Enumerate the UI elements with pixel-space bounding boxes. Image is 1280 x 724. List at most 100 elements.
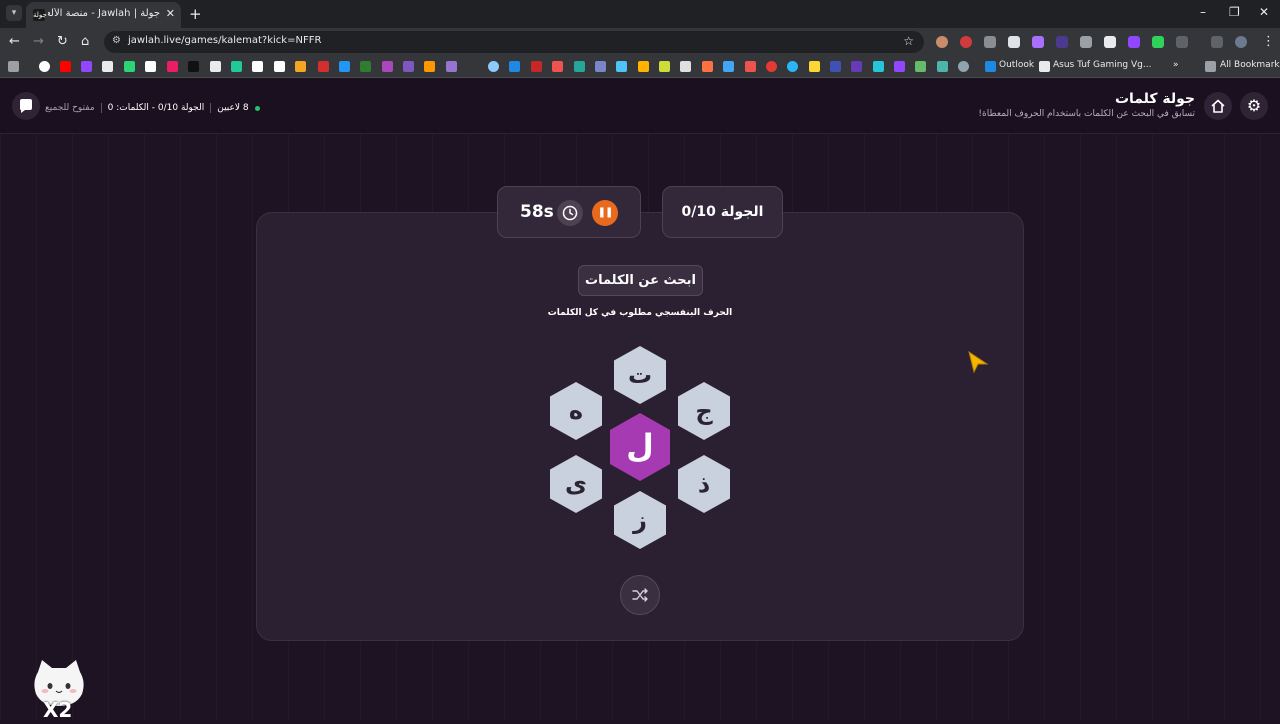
minimize-icon[interactable]: – [1200,5,1206,19]
bookmark-outlook[interactable]: Outlook [999,60,1034,70]
bookmark-icon[interactable] [894,61,905,72]
cursor-arrow-icon [968,350,989,374]
address-bar[interactable]: ⚙ jawlah.live/games/kalemat?kick=NFFR ☆ [104,31,924,53]
room-access: مفتوح للجميع [45,103,95,113]
profile-avatar[interactable] [1235,36,1247,48]
home-icon [1211,99,1225,113]
app-logo[interactable] [12,92,40,120]
tab-close-icon[interactable]: ✕ [166,7,175,20]
players-count: 8 لاعبين [217,103,249,113]
bookmark-icon[interactable] [915,61,926,72]
bookmark-icon[interactable] [318,61,329,72]
page-title: جولة كلمات [1114,91,1195,107]
bookmark-icon[interactable] [680,61,691,72]
bookmark-icon[interactable] [659,61,670,72]
bookmark-icon[interactable] [167,61,178,72]
extension-icon[interactable] [936,36,948,48]
browser-tab[interactable]: جولة جولة | Jawlah - منصة الألعاب الـ...… [26,2,181,28]
bookmark-icon[interactable] [574,61,585,72]
bookmark-icon[interactable] [102,61,113,72]
page-subtitle: تسابق في البحث عن الكلمات باستخدام الحرو… [978,109,1195,119]
pause-button[interactable]: ❚❚ [592,200,618,226]
home-icon[interactable]: ⌂ [81,34,89,49]
restore-icon[interactable]: ❐ [1229,5,1240,19]
bookmark-icon[interactable] [446,61,457,72]
tab-search-icon[interactable]: ▾ [6,5,22,21]
divider [210,103,212,113]
folder-icon[interactable] [1205,61,1216,72]
bookmark-icon[interactable] [702,61,713,72]
bookmark-icon[interactable] [787,61,798,72]
bookmarks-overflow-icon[interactable]: » [1173,60,1179,70]
extension-icon[interactable] [1032,36,1044,48]
chrome-menu-icon[interactable]: ⋮ [1262,34,1275,49]
site-info-icon[interactable]: ⚙ [112,35,121,46]
extension-icon[interactable] [1104,36,1116,48]
close-window-icon[interactable]: ✕ [1259,5,1269,19]
extension-icon[interactable] [1152,36,1164,48]
google-icon[interactable] [39,61,50,72]
apps-grid-icon[interactable] [8,61,19,72]
asus-icon[interactable] [1039,61,1050,72]
timer-pill: 58s ❚❚ [497,186,641,238]
hint-text: الحرف البنفسجي مطلوب في كل الكلمات [547,308,733,318]
bookmark-icon[interactable] [766,61,777,72]
bookmark-icon[interactable] [81,61,92,72]
shuffle-icon [632,588,648,602]
bookmark-icon[interactable] [745,61,756,72]
extension-icon[interactable] [960,36,972,48]
bookmark-icon[interactable] [723,61,734,72]
globe-icon[interactable] [958,61,969,72]
browser-tab-strip: ▾ جولة جولة | Jawlah - منصة الألعاب الـ.… [0,0,1280,28]
bookmark-icon[interactable] [937,61,948,72]
home-button[interactable] [1204,92,1232,120]
bookmark-icon[interactable] [382,61,393,72]
bookmark-icon[interactable] [403,61,414,72]
extension-icon[interactable] [984,36,996,48]
mute-icon[interactable] [1080,36,1092,48]
youtube-icon[interactable] [60,61,71,72]
bookmark-icon[interactable] [638,61,649,72]
bookmark-icon[interactable] [488,61,499,72]
bookmark-icon[interactable] [231,61,242,72]
timer-value: 58s [520,202,554,222]
bookmark-icon[interactable] [851,61,862,72]
bookmark-asus[interactable]: Asus Tuf Gaming Vg... [1053,60,1151,70]
bookmark-icon[interactable] [424,61,435,72]
bookmark-icon[interactable] [531,61,542,72]
twitch-icon[interactable] [1128,36,1140,48]
bookmark-icon[interactable] [873,61,884,72]
bookmark-icon[interactable] [809,61,820,72]
bookmark-icon[interactable] [552,61,563,72]
extensions-puzzle-icon[interactable] [1176,36,1188,48]
bookmark-icon[interactable] [360,61,371,72]
bookmark-icon[interactable] [210,61,221,72]
bookmark-icon[interactable] [295,61,306,72]
back-icon[interactable]: ← [9,34,20,49]
outlook-icon[interactable] [985,61,996,72]
reload-icon[interactable]: ↻ [57,34,68,49]
bookmark-icon[interactable] [830,61,841,72]
bookmark-star-icon[interactable]: ☆ [903,34,914,48]
extension-icon[interactable] [1056,36,1068,48]
bookmark-icon[interactable] [124,61,135,72]
bookmark-icon[interactable] [595,61,606,72]
instruction-chip: ابحث عن الكلمات [578,265,703,296]
bookmark-icon[interactable] [188,61,199,72]
settings-gear-icon[interactable]: ⚙ [1240,92,1268,120]
mascot-label: X2 [43,698,73,722]
bookmark-icon[interactable] [274,61,285,72]
extension-icon[interactable] [1008,36,1020,48]
shuffle-button[interactable] [620,575,660,615]
bookmark-icon[interactable] [339,61,350,72]
bookmark-icon[interactable] [252,61,263,72]
bookmark-icon[interactable] [509,61,520,72]
url-text: jawlah.live/games/kalemat?kick=NFFR [128,35,322,46]
cat-mascot: X2 [30,658,88,722]
download-icon[interactable] [1211,36,1223,48]
all-bookmarks[interactable]: All Bookmarks [1220,60,1280,70]
bookmark-icon[interactable] [616,61,627,72]
new-tab-icon[interactable]: + [189,5,202,23]
bookmark-icon[interactable] [145,61,156,72]
forward-icon[interactable]: → [33,34,44,49]
